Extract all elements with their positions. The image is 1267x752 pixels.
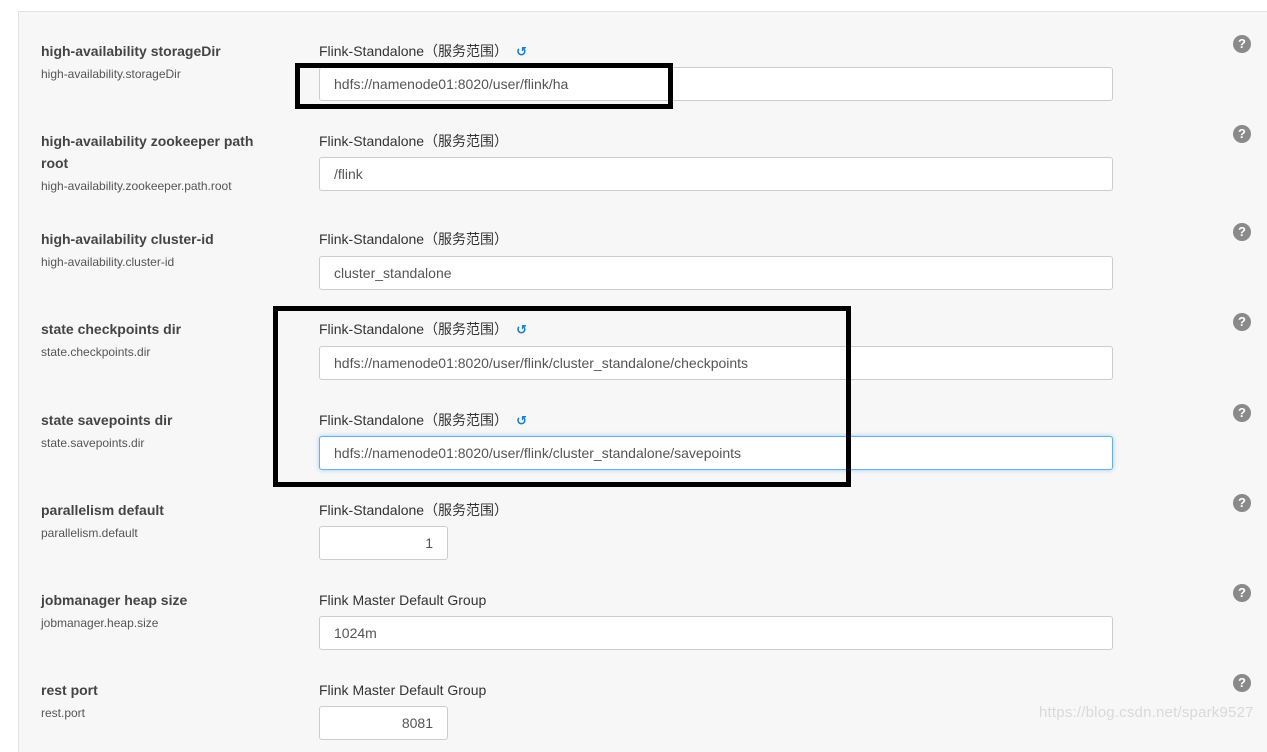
config-group-name: Flink-Standalone（服务范围） bbox=[319, 502, 509, 518]
config-group-name: Flink-Standalone（服务范围） bbox=[319, 231, 509, 247]
cluster-id-input[interactable] bbox=[319, 256, 1113, 290]
property-key: state.savepoints.dir bbox=[41, 436, 145, 450]
question-circle-icon[interactable]: ? bbox=[1233, 584, 1251, 602]
question-circle-icon[interactable]: ? bbox=[1233, 313, 1251, 331]
property-key: parallelism.default bbox=[41, 526, 138, 540]
jobmanager-heap-size-input[interactable] bbox=[319, 616, 1113, 650]
watermark: https://blog.csdn.net/spark9527 bbox=[1039, 704, 1254, 721]
config-group-label: Flink-Standalone（服务范围） ↺ bbox=[319, 40, 527, 63]
question-circle-icon[interactable]: ? bbox=[1233, 125, 1251, 143]
property-name: high-availability zookeeper path root bbox=[41, 133, 254, 171]
config-group-label: Flink-Standalone（服务范围） bbox=[319, 228, 508, 250]
property-key: state.checkpoints.dir bbox=[41, 345, 151, 359]
config-group-label: Flink Master Default Group bbox=[319, 679, 486, 701]
property-name: state savepoints dir bbox=[41, 412, 173, 428]
question-circle-icon[interactable]: ? bbox=[1233, 494, 1251, 512]
config-group-name: Flink-Standalone（服务范围） bbox=[319, 133, 509, 149]
highlight-box-storagedir bbox=[295, 63, 673, 109]
question-circle-icon[interactable]: ? bbox=[1233, 35, 1251, 53]
question-circle-icon[interactable]: ? bbox=[1233, 674, 1251, 692]
question-circle-icon[interactable]: ? bbox=[1233, 223, 1251, 241]
property-key: high-availability.cluster-id bbox=[41, 255, 175, 269]
parallelism-default-input[interactable] bbox=[319, 526, 448, 560]
config-group-label: Flink-Standalone（服务范围） bbox=[319, 130, 508, 152]
rest-port-input[interactable] bbox=[319, 706, 448, 740]
property-key: high-availability.zookeeper.path.root bbox=[41, 179, 232, 193]
property-name: state checkpoints dir bbox=[41, 321, 182, 337]
property-key: jobmanager.heap.size bbox=[41, 616, 159, 630]
zookeeper-path-root-input[interactable] bbox=[319, 157, 1113, 191]
config-group-label: Flink-Standalone（服务范围） bbox=[319, 499, 508, 521]
property-key: high-availability.storageDir bbox=[41, 67, 181, 81]
property-name: jobmanager heap size bbox=[41, 592, 188, 608]
config-group-name: Flink-Standalone（服务范围） bbox=[319, 43, 509, 59]
property-name: parallelism default bbox=[41, 502, 164, 518]
property-key: rest.port bbox=[41, 706, 86, 720]
config-group-label: Flink Master Default Group bbox=[319, 589, 486, 611]
property-name: rest port bbox=[41, 682, 98, 698]
property-name: high-availability cluster-id bbox=[41, 231, 214, 247]
highlight-box-state-dirs bbox=[273, 306, 851, 487]
config-group-name: Flink Master Default Group bbox=[319, 592, 487, 608]
question-circle-icon[interactable]: ? bbox=[1233, 404, 1251, 422]
property-name: high-availability storageDir bbox=[41, 43, 221, 59]
undo-icon[interactable]: ↺ bbox=[516, 41, 527, 63]
config-group-name: Flink Master Default Group bbox=[319, 682, 487, 698]
